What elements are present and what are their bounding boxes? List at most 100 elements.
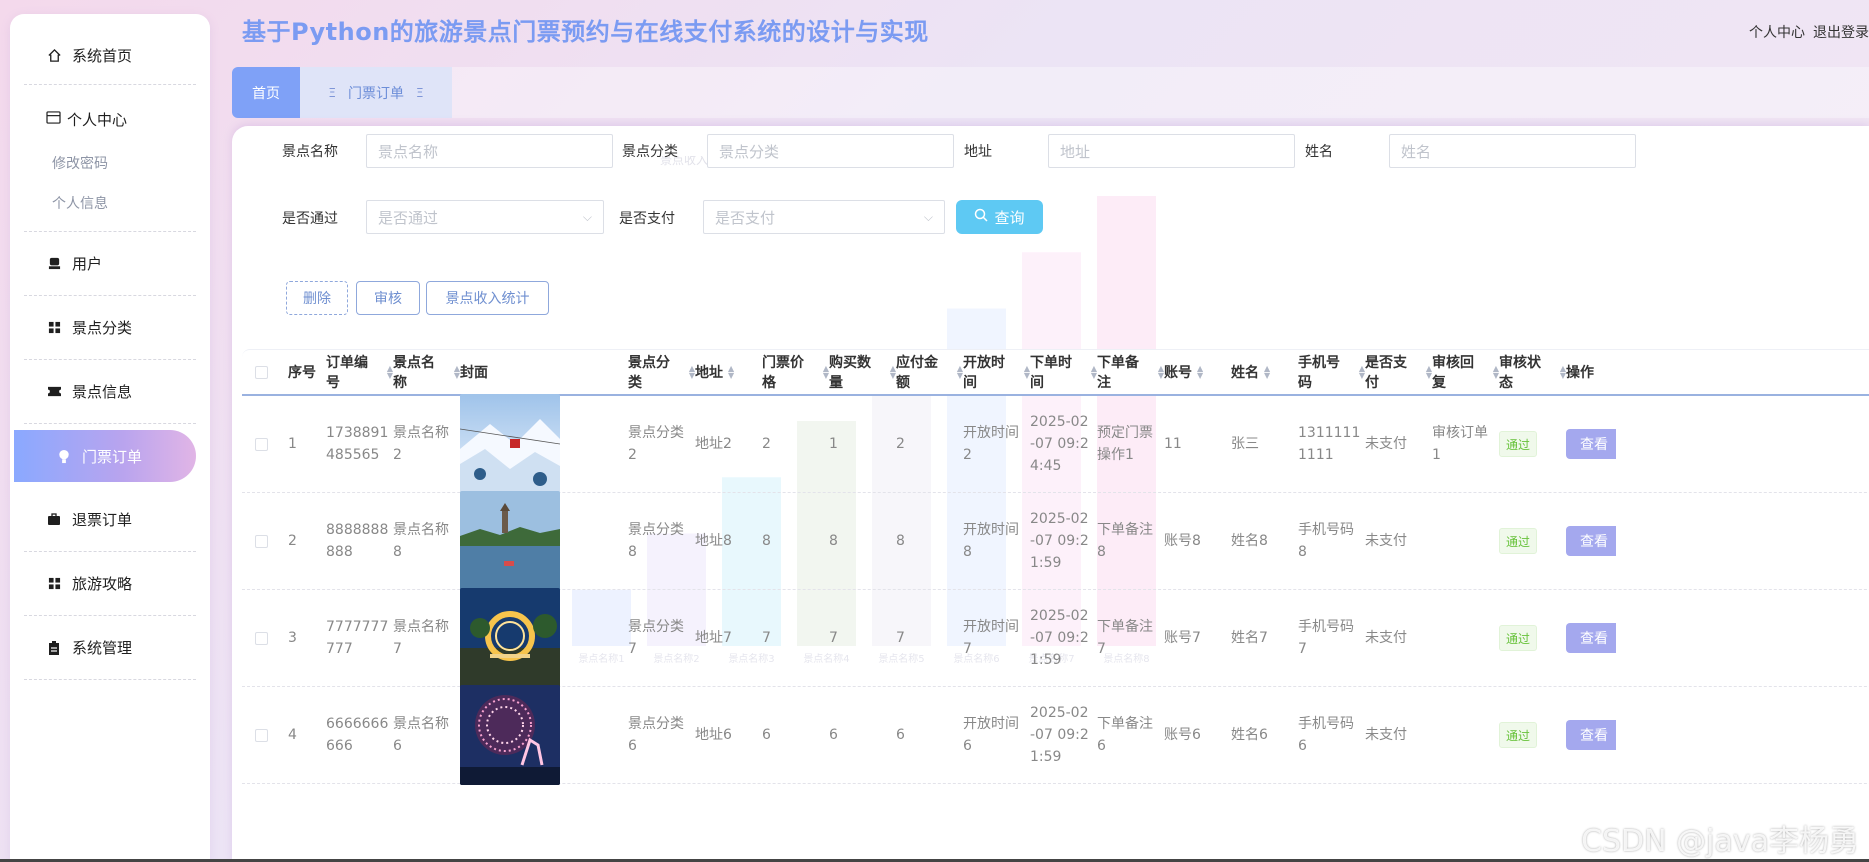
cover-image — [460, 685, 560, 785]
sort-caret-icon[interactable]: ▲ ▼ — [728, 365, 734, 380]
view-button[interactable]: 查看 — [1566, 623, 1616, 653]
row-checkbox[interactable] — [254, 534, 268, 548]
cell-op[interactable]: 查看 — [1566, 526, 1626, 556]
column-header[interactable]: 是否支付 ▲ ▼ — [1365, 352, 1432, 392]
column-header[interactable]: 手机号码 ▲ ▼ — [1298, 352, 1365, 392]
cell-text: 7 — [762, 630, 771, 646]
cell-status: 通过 — [1499, 722, 1566, 748]
scenic-category-input[interactable]: 景点分类 — [707, 134, 954, 168]
address-input[interactable]: 地址 — [1048, 134, 1295, 168]
scenic-name-input[interactable]: 景点名称 — [366, 134, 613, 168]
sidebar-item-home[interactable]: 系统首页 — [24, 26, 196, 84]
sidebar-sub-personal-info[interactable]: 个人信息 — [24, 183, 196, 223]
sidebar-category-label: 景点分类 — [72, 319, 133, 337]
sort-caret-icon[interactable]: ▲ ▼ — [1264, 365, 1270, 380]
clipboard-icon — [46, 640, 62, 656]
cell-text: 3 — [288, 630, 297, 646]
column-header[interactable]: 景点名称 ▲ ▼ — [393, 352, 460, 392]
cell-op[interactable]: 查看 — [1566, 623, 1626, 653]
personal-center-link[interactable]: 个人中心 — [1749, 22, 1805, 42]
query-button[interactable]: 查询 — [956, 200, 1043, 234]
logout-link[interactable]: 退出登录 — [1813, 22, 1869, 42]
cell-text: 13111111111 — [1298, 425, 1361, 463]
cell-text: 未支付 — [1365, 727, 1407, 743]
orders-table: 序号 订单编号 ▲ ▼ 景点名称 ▲ ▼ 封面 景点分类 ▲ ▼ 地址 ▲ ▼ 门票价格 ▲ ▼ 购买数量 ▲ ▼ 应付… — [242, 349, 1869, 785]
cell-open: 开放时间6 — [963, 713, 1030, 757]
cell-text: 审核订单1 — [1432, 425, 1488, 463]
column-header[interactable]: 下单时间 ▲ ▼ — [1030, 352, 1097, 392]
column-header-label: 景点分类 — [628, 355, 670, 391]
view-button[interactable]: 查看 — [1566, 429, 1616, 459]
cell-op[interactable]: 查看 — [1566, 429, 1626, 459]
sidebar-item-refund-orders[interactable]: 退票订单 — [24, 488, 196, 551]
column-header[interactable]: 景点分类 ▲ ▼ — [628, 352, 695, 392]
column-header[interactable]: 审核状态 ▲ ▼ — [1499, 352, 1566, 392]
sidebar-item-system-management[interactable]: 系统管理 — [24, 616, 196, 679]
cell-text: 6 — [896, 727, 905, 743]
sidebar: 系统首页 个人中心 修改密码 个人信息 用户 景点分类 景点信息 门票订单 退票… — [10, 14, 210, 862]
name-input[interactable]: 姓名 — [1389, 134, 1636, 168]
view-button[interactable]: 查看 — [1566, 526, 1616, 556]
cell-text: 7 — [896, 630, 905, 646]
column-header[interactable]: 购买数量 ▲ ▼ — [829, 352, 896, 392]
column-header[interactable]: 审核回复 ▲ ▼ — [1432, 352, 1499, 392]
column-header-label: 订单编号 — [326, 355, 368, 391]
row-checkbox[interactable] — [254, 728, 268, 742]
cell-idx: 4 — [280, 724, 326, 746]
tab-ticket-orders[interactable]: Ξ 门票订单 Ξ — [300, 67, 452, 118]
column-header[interactable]: 开放时间 ▲ ▼ — [963, 352, 1030, 392]
sidebar-item-scenic-category[interactable]: 景点分类 — [24, 296, 196, 359]
sidebar-users-label: 用户 — [72, 255, 103, 273]
row-checkbox[interactable] — [254, 631, 268, 645]
column-header[interactable]: 下单备注 ▲ ▼ — [1097, 352, 1164, 392]
cover-image — [460, 394, 560, 494]
cover-image — [460, 588, 560, 688]
column-header[interactable]: 地址 ▲ ▼ — [695, 362, 762, 382]
tab-home[interactable]: 首页 — [232, 67, 300, 118]
column-header: 序号 — [280, 362, 326, 382]
delete-button[interactable]: 删除 — [286, 281, 348, 315]
column-header[interactable]: 姓名 ▲ ▼ — [1231, 362, 1298, 382]
paid-label: 是否支付 — [619, 211, 675, 227]
sidebar-item-personal[interactable]: 个人中心 — [24, 95, 196, 143]
column-header-label: 下单时间 — [1030, 355, 1072, 391]
approved-select[interactable]: 是否通过 ⌵ — [366, 200, 604, 234]
column-header[interactable]: 账号 ▲ ▼ — [1164, 362, 1231, 382]
sidebar-item-ticket-orders[interactable]: 门票订单 — [14, 430, 196, 482]
column-header-label: 是否支付 — [1365, 355, 1407, 391]
cell-account: 账号8 — [1164, 530, 1231, 552]
cell-text: 账号6 — [1164, 727, 1201, 743]
cell-text: 开放时间7 — [963, 619, 1019, 657]
column-header[interactable]: 订单编号 ▲ ▼ — [326, 352, 393, 392]
cell-cover — [460, 394, 628, 494]
sidebar-system-label: 系统管理 — [72, 639, 133, 657]
cell-op[interactable]: 查看 — [1566, 720, 1626, 750]
cell-phone: 手机号码8 — [1298, 519, 1365, 563]
cell-time: 2025-02-07 09:21:59 — [1030, 702, 1097, 768]
row-checkbox[interactable] — [254, 437, 268, 451]
select-all-checkbox[interactable] — [254, 365, 268, 379]
sort-caret-icon[interactable]: ▲ ▼ — [1197, 365, 1203, 380]
cell-text: 手机号码8 — [1298, 522, 1354, 560]
sidebar-item-scenic-info[interactable]: 景点信息 — [24, 360, 196, 423]
cell-cover — [460, 588, 628, 688]
view-button[interactable]: 查看 — [1566, 720, 1616, 750]
cell-idx: 3 — [280, 627, 326, 649]
column-header[interactable]: 应付金额 ▲ ▼ — [896, 352, 963, 392]
cell-order-no: 1738891485565 — [326, 422, 393, 466]
sidebar-orders-label: 门票订单 — [82, 447, 143, 466]
cell-text: 手机号码6 — [1298, 716, 1354, 754]
sidebar-item-travel-guide[interactable]: 旅游攻略 — [24, 552, 196, 615]
tab-ticket-orders-label: 门票订单 — [348, 85, 404, 102]
paid-select[interactable]: 是否支付 ⌵ — [703, 200, 945, 234]
cell-phone: 手机号码7 — [1298, 616, 1365, 660]
cell-paid: 未支付 — [1365, 530, 1432, 552]
cell-text: 景点名称6 — [393, 716, 449, 754]
sidebar-item-users[interactable]: 用户 — [24, 232, 196, 295]
column-header[interactable]: 门票价格 ▲ ▼ — [762, 352, 829, 392]
cell-amount: 7 — [896, 627, 963, 649]
review-button[interactable]: 审核 — [356, 281, 420, 315]
cell-paid: 未支付 — [1365, 433, 1432, 455]
sidebar-sub-change-password[interactable]: 修改密码 — [24, 143, 196, 183]
income-stats-button[interactable]: 景点收入统计 — [426, 281, 549, 315]
